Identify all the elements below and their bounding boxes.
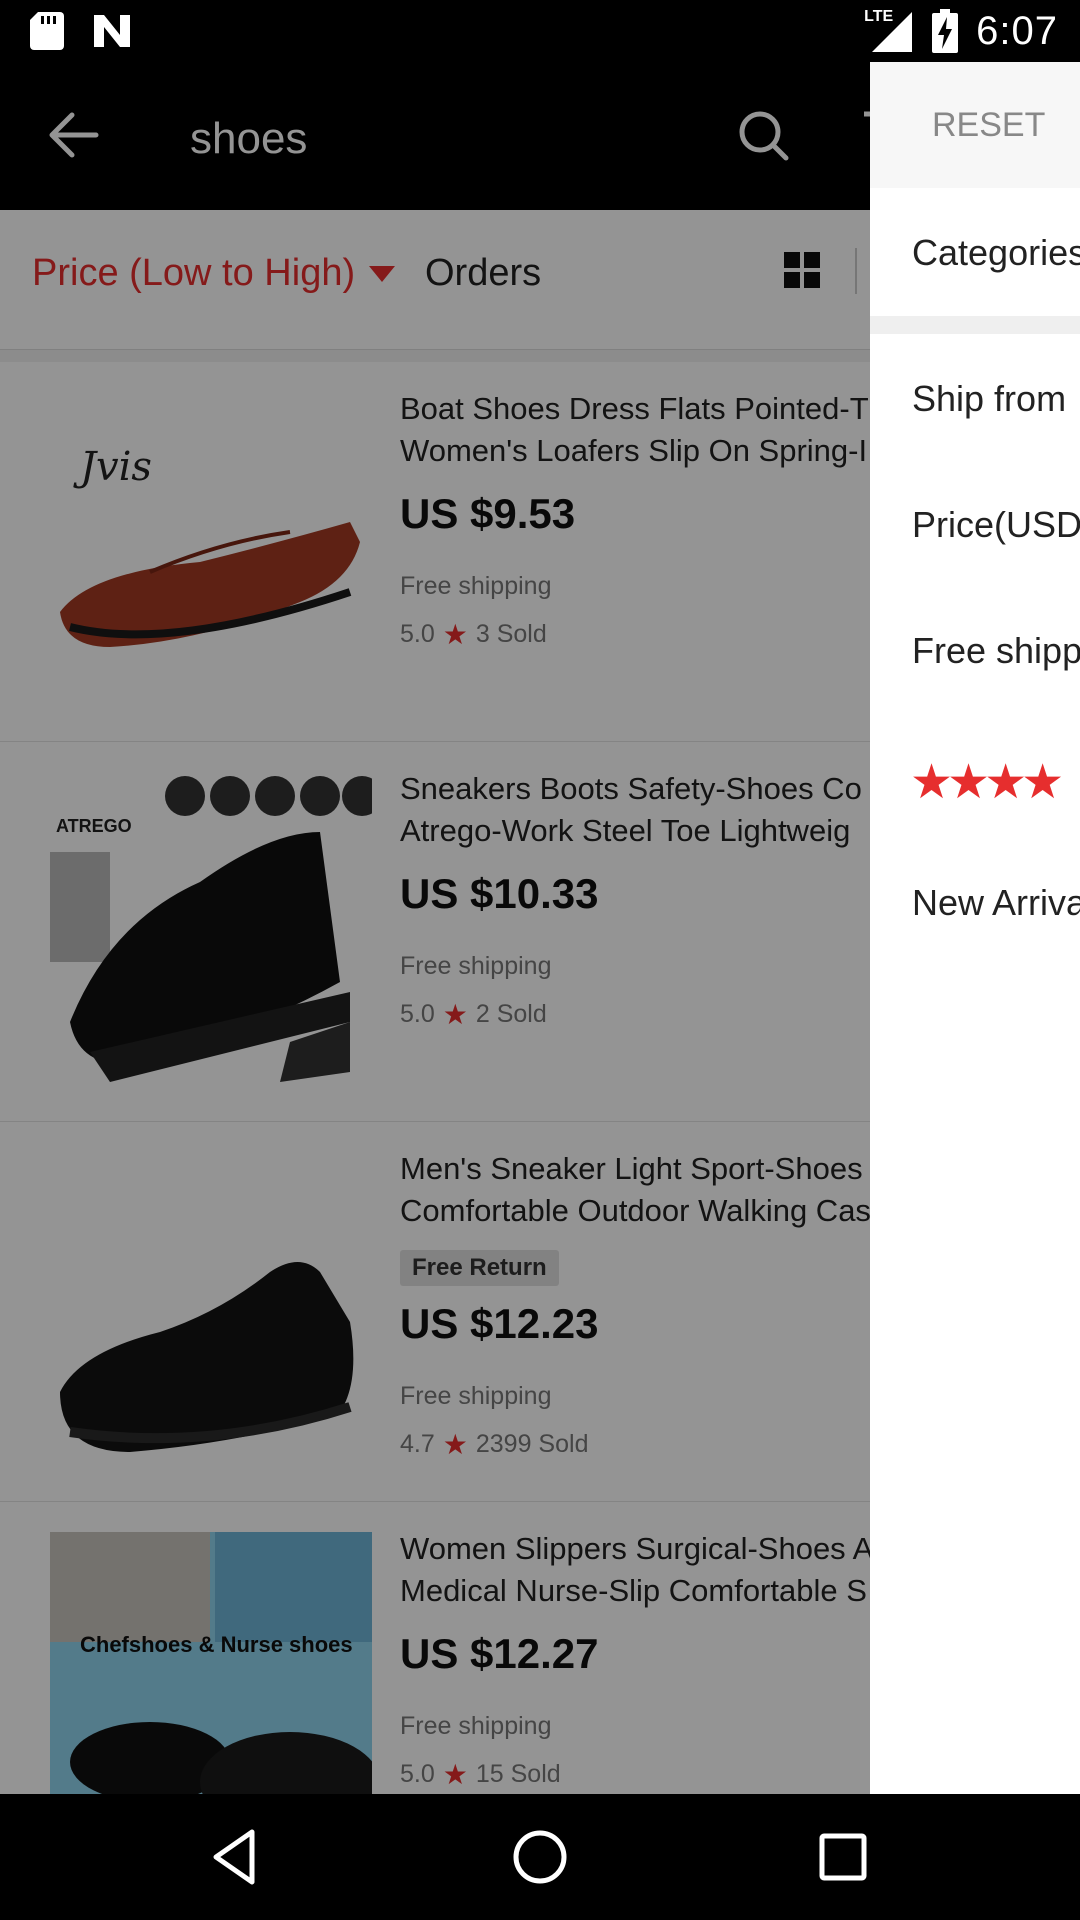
filter-ship-from[interactable]: Ship from xyxy=(912,378,1066,420)
filter-drawer: RESET Categories Ship from Price(USD Fre… xyxy=(870,62,1080,1794)
filter-free-shipping[interactable]: Free shipp xyxy=(912,630,1080,672)
filter-rating-stars[interactable]: ★★★★ xyxy=(910,754,1064,810)
drawer-header: RESET xyxy=(870,62,1080,188)
back-nav-icon[interactable] xyxy=(202,1824,268,1890)
battery-charging-icon xyxy=(932,9,959,53)
status-bar: LTE 6:07 xyxy=(0,0,1080,62)
filter-categories[interactable]: Categories xyxy=(912,232,1080,274)
n-notification-icon xyxy=(94,15,130,47)
filter-price[interactable]: Price(USD xyxy=(912,504,1080,546)
filter-new-arrivals[interactable]: New Arriva xyxy=(912,882,1080,924)
clock: 6:07 xyxy=(976,8,1058,53)
reset-button[interactable]: RESET xyxy=(932,106,1045,145)
home-nav-icon[interactable] xyxy=(507,1824,573,1890)
recents-nav-icon[interactable] xyxy=(810,1824,876,1890)
cell-signal-icon: LTE xyxy=(864,8,914,54)
navigation-bar xyxy=(0,1794,1080,1920)
sd-card-icon xyxy=(30,12,64,50)
search-results-screen: shoes Price (Low to High) Orders Jvis Bo… xyxy=(0,62,1080,1794)
drawer-separator xyxy=(870,316,1080,334)
